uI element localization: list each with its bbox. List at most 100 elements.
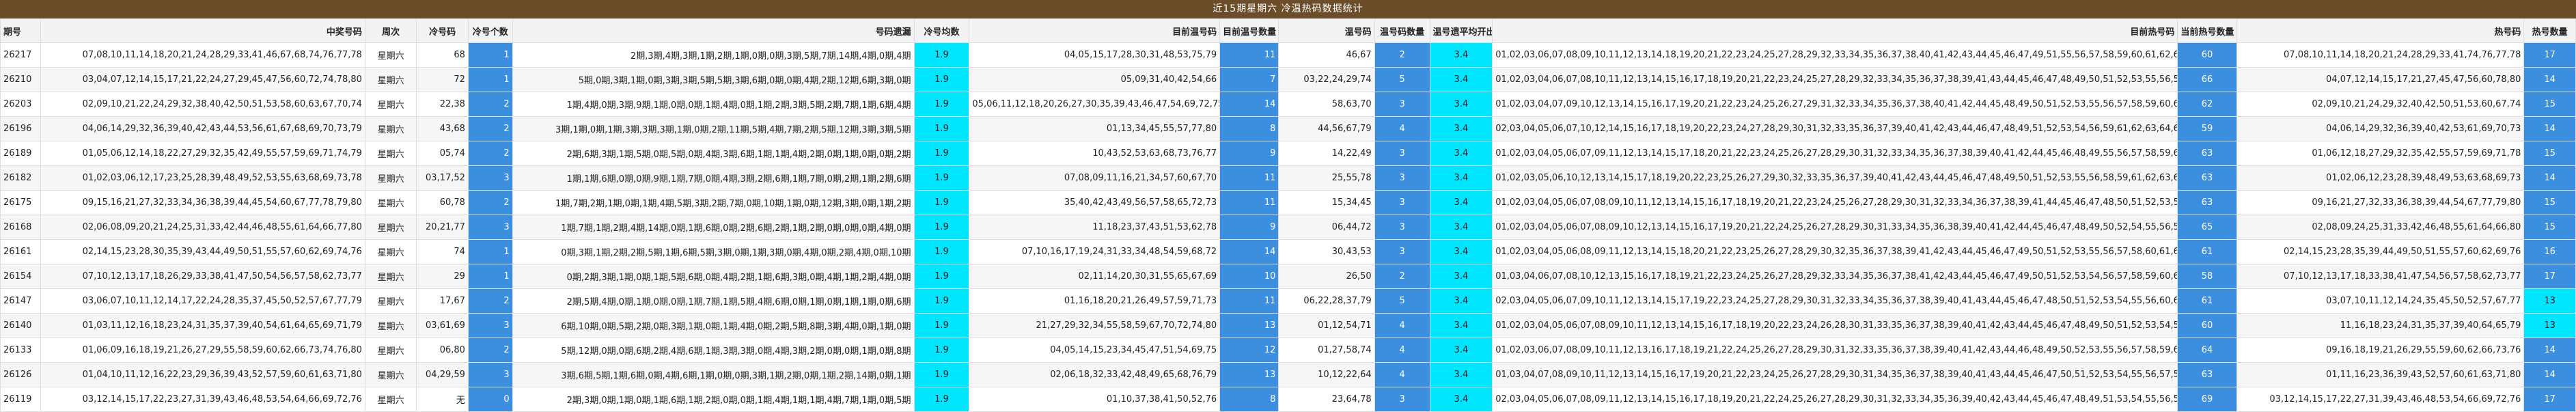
cell-hot-now: 01,02,03,05,06,10,12,13,14,15,17,18,19,2… [1492,165,2178,191]
cell-warm-count: 3 [1374,239,1430,264]
cell-warm-now: 01,16,18,20,21,26,49,57,59,71,73 [969,288,1221,314]
cell-cold-avg: 1.9 [913,67,970,92]
cell-win: 01,05,06,12,14,18,22,27,29,32,35,42,49,5… [40,141,365,166]
cell-miss: 1期,7期,1期,2期,4期,14期,0期,1期,6期,0期,2期,6期,2期,… [512,215,915,240]
cell-warm-avg: 3.4 [1429,239,1493,264]
cell-warm: 26,50 [1278,264,1375,289]
cell-warm-now: 01,10,37,38,41,50,52,76 [969,387,1221,412]
cell-week: 星期六 [364,338,417,363]
cell-week: 星期六 [364,387,417,412]
page-title: 近15期星期六 冷温热码数据统计 [0,0,2576,18]
cell-week: 星期六 [364,116,417,141]
cell-week: 星期六 [364,264,417,289]
cell-miss: 2期,6期,3期,1期,5期,0期,5期,0期,4期,3期,6期,1期,1期,4… [512,141,915,166]
cell-warm-now: 10,43,52,53,63,68,73,76,77 [969,141,1221,166]
cell-cold-avg: 1.9 [913,165,970,191]
cell-hot-now-count: 63 [2177,141,2237,166]
cell-hot-count: 14 [2523,67,2576,92]
cell-hot-now-count: 61 [2177,288,2237,314]
cell-hot: 11,16,18,23,24,31,35,37,39,40,64,65,79 [2236,313,2525,338]
cell-warm-now: 07,08,09,11,16,21,34,57,60,67,70 [969,165,1221,191]
cell-hot-now-count: 64 [2177,338,2237,363]
cell-win: 07,08,10,11,14,18,20,21,24,28,29,33,41,4… [40,42,365,68]
cell-warm: 30,43,53 [1278,239,1375,264]
cell-hot-now-count: 61 [2177,239,2237,264]
cell-miss: 3期,6期,5期,1期,6期,0期,4期,6期,1期,0期,0期,3期,1期,2… [512,362,915,387]
cell-week: 星期六 [364,239,417,264]
cell-warm-count: 3 [1374,92,1430,117]
cell-win: 02,14,15,23,28,30,35,39,43,44,49,50,51,5… [40,239,365,264]
cell-win: 03,06,07,10,11,12,14,17,22,24,28,35,37,4… [40,288,365,314]
cell-cold: 22,38 [416,92,469,117]
header-cold-count: 冷号个数 [467,18,513,43]
cell-week: 星期六 [364,190,417,215]
cell-cold-count: 1 [467,67,513,92]
cell-warm-now: 05,09,31,40,42,54,66 [969,67,1221,92]
cell-warm-avg: 3.4 [1429,92,1493,117]
cell-hot: 01,06,12,18,27,29,32,35,42,55,57,59,69,7… [2236,141,2525,166]
cell-win: 01,02,03,06,12,17,23,25,28,39,48,49,52,5… [40,165,365,191]
cell-cold-count: 3 [467,215,513,240]
cell-hot-count: 13 [2523,288,2576,314]
cell-warm-count: 3 [1374,387,1430,412]
cell-cold-count: 1 [467,42,513,68]
cell-warm-now: 02,06,18,32,33,42,48,49,65,68,76,79 [969,362,1221,387]
cell-cold: 03,61,69 [416,313,469,338]
cell-warm-now: 01,13,34,45,55,57,77,80 [969,116,1221,141]
cell-issue: 26189 [0,141,42,166]
stats-table: 期号 中奖号码 周次 冷号码 冷号个数 号码遗漏 冷号均数 目前温号码 目前温号… [0,18,2576,412]
cell-warm-now: 07,10,16,17,19,24,31,33,34,48,54,59,68,7… [969,239,1221,264]
header-hot: 热号码 [2236,18,2525,43]
cell-cold-avg: 1.9 [913,313,970,338]
cell-hot: 07,08,10,11,14,18,20,21,24,28,29,33,41,7… [2236,42,2525,68]
cell-cold: 04,29,59 [416,362,469,387]
table-row: 26161 02,14,15,23,28,30,35,39,43,44,49,5… [0,239,2576,264]
cell-warm: 01,12,54,71 [1278,313,1375,338]
table-row: 26119 03,12,14,15,17,22,23,27,31,39,43,4… [0,387,2576,412]
header-cold: 冷号码 [416,18,469,43]
cell-issue: 26154 [0,264,42,289]
cell-cold: 60,78 [416,190,469,215]
header-miss: 号码遗漏 [512,18,915,43]
cell-warm-avg: 3.4 [1429,116,1493,141]
cell-warm-now: 21,27,29,32,34,55,58,59,67,70,72,74,80 [969,313,1221,338]
cell-warm-avg: 3.4 [1429,338,1493,363]
cell-week: 星期六 [364,67,417,92]
cell-hot-now: 02,03,04,05,06,07,10,12,14,15,16,17,18,1… [1492,116,2178,141]
cell-cold-avg: 1.9 [913,190,970,215]
header-issue: 期号 [0,18,42,43]
cell-issue: 26126 [0,362,42,387]
table-row: 26210 03,04,07,12,14,15,17,21,22,24,27,2… [0,67,2576,92]
header-win: 中奖号码 [40,18,365,43]
cell-cold-count: 2 [467,338,513,363]
cell-win: 03,12,14,15,17,22,23,27,31,39,43,46,48,5… [40,387,365,412]
cell-cold: 29 [416,264,469,289]
cell-hot-now-count: 63 [2177,362,2237,387]
cell-warm: 01,27,58,74 [1278,338,1375,363]
cell-cold-avg: 1.9 [913,338,970,363]
cell-cold: 17,67 [416,288,469,314]
cell-warm-now-count: 11 [1219,288,1279,314]
cell-hot-count: 15 [2523,92,2576,117]
cell-cold: 无 [416,387,469,412]
cell-cold-count: 2 [467,288,513,314]
cell-hot-now: 01,02,03,04,05,06,07,08,09,10,12,13,14,1… [1492,215,2178,240]
header-warm-now-count: 目前温号数量 [1219,18,1279,43]
cell-warm-count: 2 [1374,42,1430,68]
cell-warm-now-count: 7 [1219,67,1279,92]
cell-hot: 04,07,12,14,15,17,21,27,45,47,56,60,78,8… [2236,67,2525,92]
cell-hot-now-count: 63 [2177,190,2237,215]
table-row: 26175 09,15,16,21,27,32,33,34,36,38,39,4… [0,190,2576,215]
cell-hot-now-count: 66 [2177,67,2237,92]
cell-cold-count: 2 [467,116,513,141]
cell-miss: 1期,1期,6期,0期,0期,9期,1期,7期,0期,4期,3期,2期,6期,1… [512,165,915,191]
cell-warm: 06,44,72 [1278,215,1375,240]
cell-hot-now-count: 65 [2177,215,2237,240]
cell-issue: 26217 [0,42,42,68]
cell-warm-count: 5 [1374,67,1430,92]
cell-hot-count: 14 [2523,338,2576,363]
cell-hot-now: 01,02,03,04,05,06,08,09,11,12,13,14,15,1… [1492,239,2178,264]
cell-cold: 43,68 [416,116,469,141]
cell-warm-avg: 3.4 [1429,190,1493,215]
table-row: 26196 04,06,14,29,32,36,39,40,42,43,44,5… [0,116,2576,141]
